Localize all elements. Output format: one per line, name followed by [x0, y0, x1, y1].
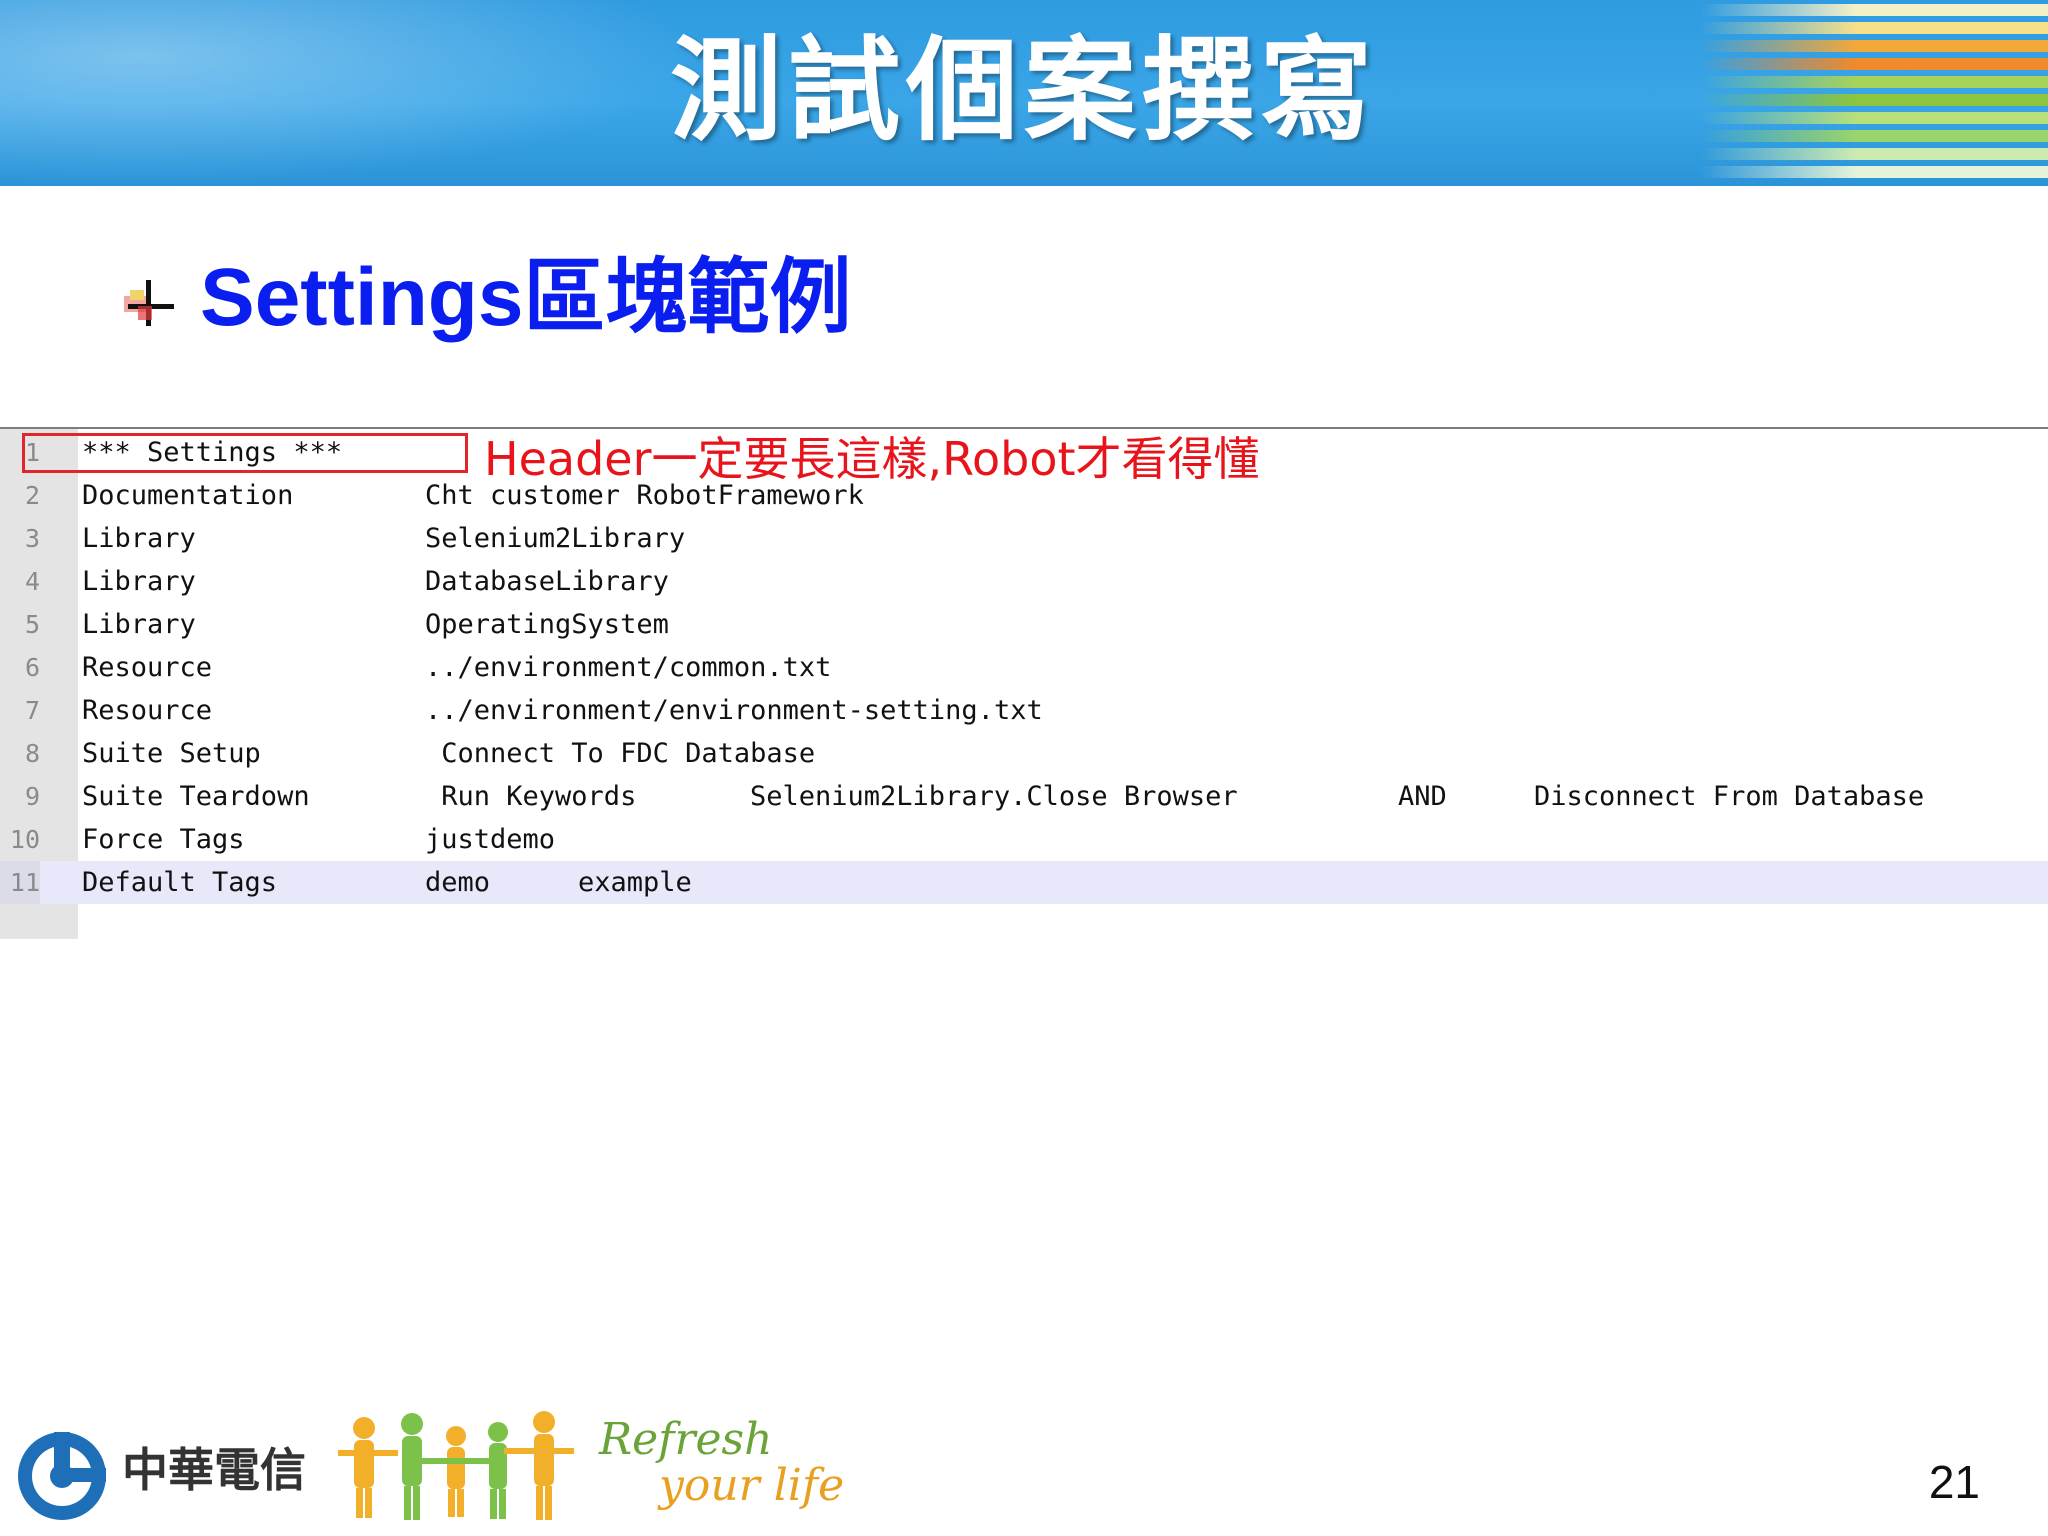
- code-cell: Resource: [82, 695, 213, 726]
- tagline-your-life: your life: [659, 1460, 845, 1511]
- slide-title: 測試個案撰寫: [670, 26, 1378, 156]
- code-cell: ../environment/common.txt: [425, 652, 832, 683]
- code-cell: Library: [82, 523, 196, 554]
- line-number: 2: [24, 481, 40, 510]
- subtitle: Settings區塊範例: [200, 252, 852, 343]
- code-cell: Suite Teardown: [82, 781, 310, 812]
- code-row: 8 Suite Setup Connect To FDC Database: [0, 732, 2048, 775]
- code-row: 10 Force Tags justdemo: [0, 818, 2048, 861]
- code-cell: Documentation: [82, 480, 294, 511]
- code-cell: Default Tags: [82, 867, 278, 898]
- code-cell: OperatingSystem: [425, 609, 669, 640]
- code-row: 5 Library OperatingSystem: [0, 603, 2048, 646]
- line-number: 11: [0, 861, 40, 904]
- annotation-text: Header一定要長這樣,Robot才看得懂: [484, 432, 1260, 486]
- line-number: 4: [24, 567, 40, 596]
- code-cell: Resource: [82, 652, 213, 683]
- code-cell: ../environment/environment-setting.txt: [425, 695, 1043, 726]
- code-cell: DatabaseLibrary: [425, 566, 669, 597]
- footer-logo: 中華電信 Refresh your life: [14, 1410, 874, 1536]
- code-row-highlighted: 11 Default Tags demo example: [0, 861, 2048, 904]
- code-cell: Disconnect From Database: [1534, 781, 1925, 812]
- code-cell: demo: [425, 867, 491, 898]
- line-number: 9: [24, 782, 40, 811]
- code-row: 7 Resource ../environment/environment-se…: [0, 689, 2048, 732]
- code-cell: Library: [82, 566, 196, 597]
- code-cell: Library: [82, 609, 196, 640]
- code-row: 4 Library DatabaseLibrary: [0, 560, 2048, 603]
- code-cell: Force Tags: [82, 824, 245, 855]
- code-cell: AND: [1398, 781, 1447, 812]
- code-cell: Connect To FDC Database: [425, 738, 816, 769]
- code-row: 3 Library Selenium2Library: [0, 517, 2048, 560]
- people-figures-icon: [338, 1411, 574, 1520]
- line-number: 6: [24, 653, 40, 682]
- page-number: 21: [1928, 1456, 1980, 1508]
- code-row: 9 Suite Teardown Run Keywords Selenium2L…: [0, 775, 2048, 818]
- code-screenshot: 1 *** Settings *** 2 Documentation Cht c…: [0, 427, 2048, 939]
- brand-name: 中華電信: [122, 1443, 306, 1497]
- code-cell: Selenium2Library: [425, 523, 686, 554]
- line-number: 5: [24, 610, 40, 639]
- header-band: 測試個案撰寫: [0, 0, 2048, 186]
- line-number: 7: [24, 696, 40, 725]
- code-cell: example: [578, 867, 692, 898]
- line-number: 3: [24, 524, 40, 553]
- header-highlight-box: [22, 433, 468, 473]
- line-number: 10: [9, 825, 40, 854]
- line-number: 8: [24, 739, 40, 768]
- code-cell: justdemo: [425, 824, 556, 855]
- code-row: 6 Resource ../environment/common.txt: [0, 646, 2048, 689]
- cht-logo-icon: [18, 1432, 106, 1520]
- code-cell: Suite Setup: [82, 738, 261, 769]
- bullet-icon: [124, 280, 174, 326]
- code-cell: Run Keywords: [425, 781, 637, 812]
- code-cell: Selenium2Library.Close Browser: [750, 781, 1238, 812]
